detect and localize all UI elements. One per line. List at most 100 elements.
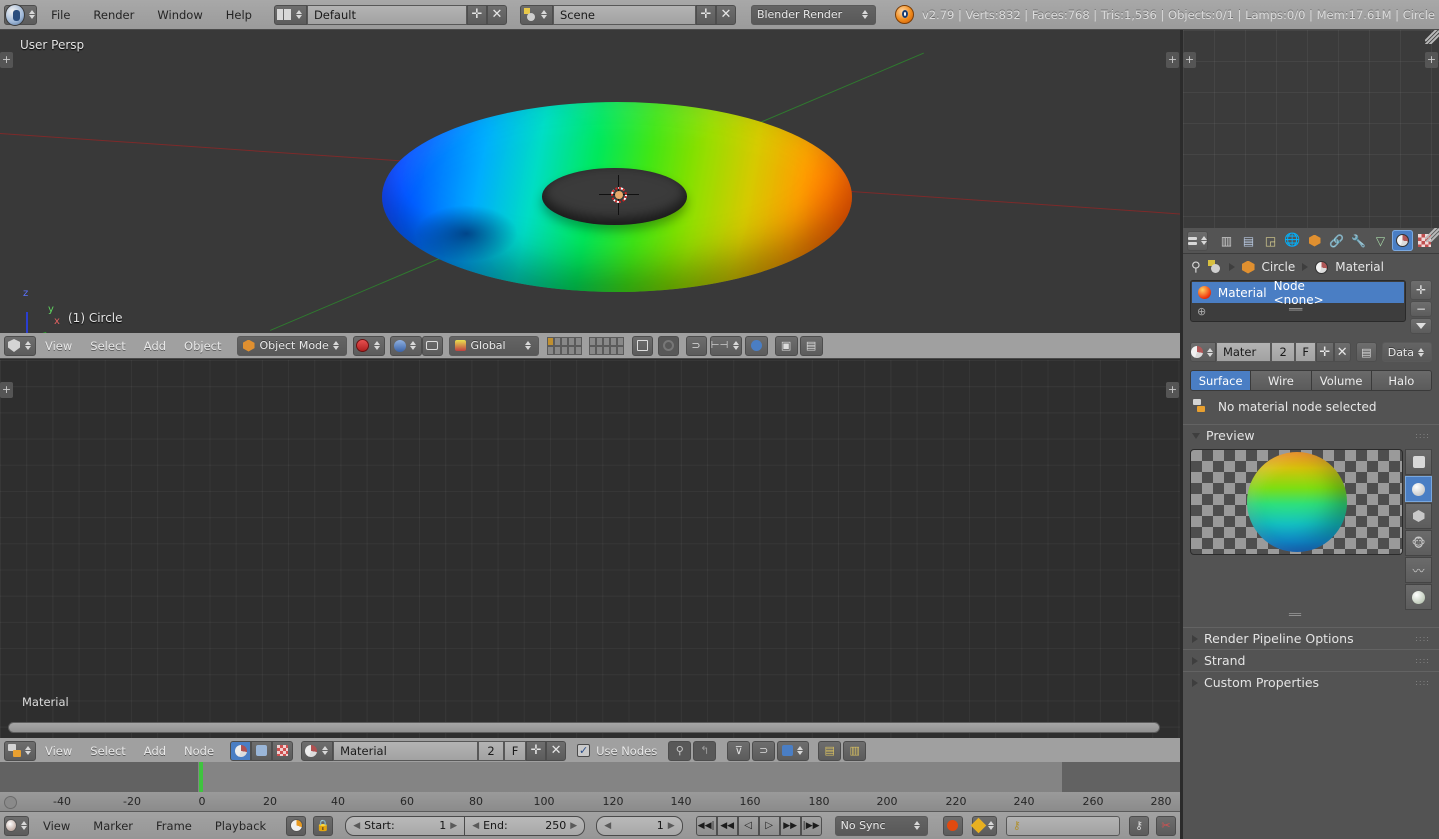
increment-arrow-icon[interactable]: ▶ [668,821,675,831]
keying-set-type-selector[interactable] [970,815,997,836]
screen-layout-field[interactable]: Default [306,4,467,25]
node-editor[interactable]: Geometry Global Local View Orco UV Norma… [0,360,1180,738]
scene-layers-block-2[interactable] [588,336,624,355]
shader-type-lamp-button[interactable] [251,740,273,761]
snap-node-button[interactable]: ⊽ [727,740,751,761]
preview-type-cube-button[interactable] [1405,503,1432,529]
properties-editor[interactable]: ▥ ▤ ◲ 🌐 🔗 🔧 ▽ ⚲ Circle Material Material… [1183,228,1439,839]
panel-drag-grip[interactable]: :::: [1415,678,1430,686]
material-fake-user-button[interactable]: F [1295,342,1317,362]
expand-triangle-icon[interactable] [1192,678,1198,687]
node-properties-expand-tab[interactable]: + [1166,382,1179,398]
material-preview-viewport[interactable] [1190,449,1403,555]
unlink-node-datablock-button[interactable]: ✕ [546,740,567,761]
render-preview-button[interactable] [657,335,679,356]
increment-arrow-icon[interactable]: ▶ [570,821,577,831]
opengl-render-image-button[interactable]: ▣ [774,335,798,356]
node-datablock-icon[interactable] [301,740,334,761]
preview-type-sphere-sky-button[interactable] [1405,584,1432,610]
uv-image-editor[interactable]: + + [1183,30,1439,228]
timeline-scroll-handle-left[interactable] [4,796,17,809]
current-frame-field[interactable]: ◀ 1 ▶ [596,815,683,836]
timeline-menu-playback[interactable]: Playback [206,813,275,839]
node-snap-element-selector[interactable] [777,740,810,761]
snap-magnet-button[interactable]: ⊃ [685,335,707,356]
tab-surface[interactable]: Surface [1191,371,1252,390]
pin-node-tree-button[interactable]: ⚲ [668,740,692,761]
viewport-shading-selector[interactable] [352,335,385,356]
node-toolshelf-expand-tab[interactable]: + [0,382,13,398]
jump-to-prev-keyframe-button[interactable]: ◀◀ [716,815,738,836]
timeline-ruler[interactable]: -40 -20 0 20 40 60 80 100 120 140 160 18… [0,792,1180,812]
image-properties-expand-tab[interactable]: + [1425,52,1438,68]
paste-from-clipboard-button[interactable]: ▥ [843,740,867,761]
menu-window[interactable]: Window [148,0,211,30]
properties-tab-modifiers[interactable]: 🔧 [1348,230,1369,251]
tab-volume[interactable]: Volume [1311,371,1372,390]
jump-to-end-button[interactable]: |▶▶ [800,815,822,836]
area-corner-handle[interactable] [1425,228,1439,242]
editor-type-selector-3dview[interactable] [4,335,36,356]
menu-help[interactable]: Help [217,0,261,30]
lock-frame-to-range-button[interactable]: 🔒 [313,815,334,836]
manipulator-toggle-button[interactable] [421,335,443,356]
preview-resize-grip[interactable]: ══ [1183,611,1407,621]
pin-id-icon[interactable]: ⚲ [1191,260,1201,275]
add-screen-layout-button[interactable]: ✛ [466,4,487,25]
properties-tab-scene[interactable]: ◲ [1260,230,1281,251]
use-nodes-checkbox[interactable]: ✓ [577,744,591,757]
new-material-button[interactable]: ✛ [1316,342,1334,362]
new-node-datablock-button[interactable]: ✛ [526,740,547,761]
play-button[interactable]: ▷ [758,815,780,836]
viewport-menu-object[interactable]: Object [175,333,230,359]
timeline-frame-strip[interactable] [0,762,1180,792]
playhead[interactable] [199,762,203,792]
properties-tab-constraints[interactable]: 🔗 [1326,230,1347,251]
interaction-mode-selector[interactable]: Object Mode [236,335,347,356]
timeline-menu-view[interactable]: View [34,813,79,839]
panel-header-render-pipeline-options[interactable]: Render Pipeline Options :::: [1183,627,1439,649]
shader-type-material-button[interactable] [230,740,252,761]
auto-keyframe-button[interactable] [942,815,963,836]
use-preview-range-button[interactable] [286,815,307,836]
material-slot-list[interactable]: Material Node <none> ⊕ ══ [1190,280,1406,322]
editor-type-selector-properties[interactable] [1187,230,1208,251]
properties-tab-render-layers[interactable]: ▤ [1238,230,1259,251]
shader-type-world-button[interactable] [272,740,294,761]
jump-to-next-keyframe-button[interactable]: ▶▶ [779,815,801,836]
node-datablock-users-count[interactable]: 2 [478,740,505,761]
material-slot-specials-menu[interactable] [1410,318,1432,334]
pivot-point-selector[interactable] [389,335,422,356]
increment-arrow-icon[interactable]: ▶ [450,821,457,831]
expand-triangle-icon[interactable] [1192,634,1198,643]
breadcrumb-material-name[interactable]: Material [1335,260,1384,274]
delete-screen-layout-button[interactable]: ✕ [486,4,507,25]
node-datablock-name-field[interactable]: Material [333,740,479,761]
snap-element-selector[interactable]: ⊢⊣ [709,335,742,356]
breadcrumb-object-name[interactable]: Circle [1262,260,1296,274]
jump-to-start-button[interactable]: ◀◀| [695,815,717,836]
play-reverse-button[interactable]: ◁ [737,815,759,836]
viewport-menu-view[interactable]: View [36,333,81,359]
material-slot-row-selected[interactable]: Material Node <none> [1192,281,1404,307]
remove-material-slot-button[interactable]: − [1410,301,1432,317]
panel-drag-grip[interactable]: :::: [1415,431,1430,439]
image-toolshelf-expand-tab[interactable]: + [1183,52,1196,68]
add-scene-button[interactable]: ✛ [695,4,716,25]
list-resize-grip[interactable]: ══ [1289,304,1302,315]
properties-tab-material[interactable] [1392,230,1413,251]
node-menu-view[interactable]: View [36,738,81,764]
properties-tab-render[interactable]: ▥ [1216,230,1237,251]
timeline-menu-marker[interactable]: Marker [84,813,142,839]
material-datablock-type-icon[interactable] [1190,342,1216,362]
preview-type-flat-button[interactable] [1405,449,1432,475]
timeline-menu-frame[interactable]: Frame [147,813,201,839]
node-menu-select[interactable]: Select [81,738,134,764]
panel-drag-grip[interactable]: :::: [1415,656,1430,664]
panel-drag-grip[interactable]: :::: [1415,634,1430,642]
preview-type-monkey-button[interactable]: 🐵 [1405,530,1432,556]
node-editor-horizontal-scrollbar[interactable] [8,722,1160,733]
decrement-arrow-icon[interactable]: ◀ [353,821,360,831]
area-corner-handle[interactable] [1425,30,1439,44]
opengl-render-animation-button[interactable]: ▤ [799,335,823,356]
